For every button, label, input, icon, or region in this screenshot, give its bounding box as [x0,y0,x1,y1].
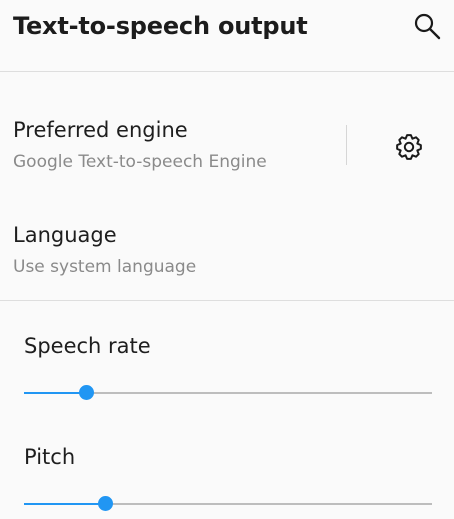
speech-rate-thumb[interactable] [78,385,94,400]
pitch-slider[interactable] [24,494,432,514]
language-item[interactable]: Language Use system language [0,212,454,292]
speech-rate-fill [24,392,87,394]
pitch-thumb[interactable] [97,496,113,511]
app-bar: Text-to-speech output [0,0,454,71]
pitch-label: Pitch [24,445,76,469]
gear-icon [396,134,422,160]
preferred-engine-item[interactable]: Preferred engine Google Text-to-speech E… [0,101,454,191]
speech-rate-slider[interactable] [24,383,432,403]
engine-settings-separator [346,125,347,165]
tts-settings-screen: Text-to-speech output Preferred engine G… [0,0,454,519]
search-button[interactable] [411,11,443,43]
page-title: Text-to-speech output [13,12,308,40]
preferred-engine-subtitle: Google Text-to-speech Engine [13,152,267,172]
header-divider [0,71,454,72]
language-title: Language [13,223,117,247]
language-subtitle: Use system language [13,257,197,277]
pitch-fill [24,503,106,505]
section-divider [0,300,454,301]
search-icon [414,13,441,40]
engine-settings-button[interactable] [388,126,430,168]
speech-rate-label: Speech rate [24,334,151,358]
preferred-engine-title: Preferred engine [13,118,188,142]
